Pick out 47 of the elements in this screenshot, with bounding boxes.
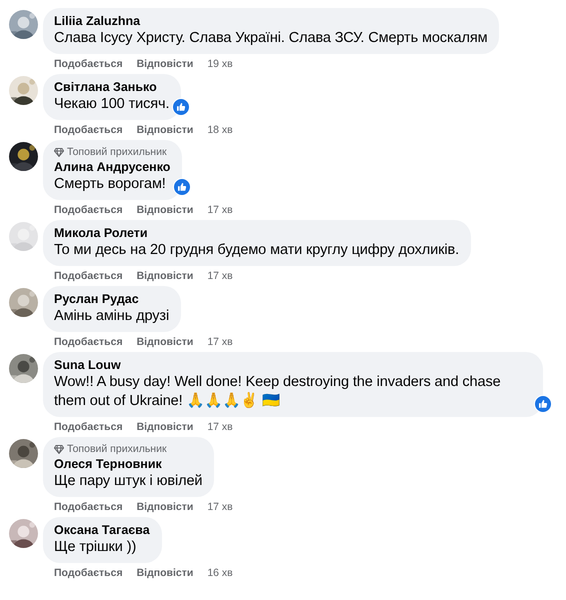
reply-link[interactable]: Відповісти	[136, 269, 194, 283]
like-link[interactable]: Подобається	[54, 203, 123, 217]
reply-link[interactable]: Відповісти	[136, 566, 194, 580]
comment-text: Амінь амінь друзі	[54, 307, 170, 326]
diamond-icon	[54, 148, 64, 156]
reply-link[interactable]: Відповісти	[136, 420, 194, 434]
timestamp[interactable]: 17 хв	[207, 269, 233, 283]
like-link[interactable]: Подобається	[54, 500, 123, 514]
author-name[interactable]: Suna Louw	[54, 357, 531, 373]
author-name[interactable]: Liliia Zaluzhna	[54, 13, 488, 29]
comment-text: Ще трішки ))	[54, 538, 138, 557]
timestamp[interactable]: 17 хв	[207, 500, 233, 514]
timestamp[interactable]: 16 хв	[207, 566, 233, 580]
timestamp[interactable]: 18 хв	[207, 123, 233, 137]
reply-link[interactable]: Відповісти	[136, 500, 194, 514]
like-link[interactable]: Подобається	[54, 269, 123, 283]
top-fan-label: Топовий прихильник	[67, 145, 167, 159]
top-fan-label: Топовий прихильник	[67, 442, 167, 456]
like-link[interactable]: Подобається	[54, 566, 123, 580]
like-icon[interactable]	[535, 396, 551, 412]
timestamp[interactable]: 17 хв	[207, 203, 233, 217]
author-name[interactable]: Руслан Рудас	[54, 291, 170, 307]
comment-text: То ми десь на 20 грудня будемо мати круглу цифру дохликів.	[54, 241, 460, 260]
reply-link[interactable]: Відповісти	[136, 335, 194, 349]
timestamp[interactable]: 19 хв	[207, 57, 233, 71]
comment-text: Ще пару штук і ювілей	[54, 472, 202, 491]
reply-link[interactable]: Відповісти	[136, 203, 194, 217]
timestamp[interactable]: 17 хв	[207, 335, 233, 349]
author-name[interactable]: Микола Ролети	[54, 225, 460, 241]
like-icon[interactable]	[174, 179, 190, 195]
comment-text: Чекаю 100 тисяч.	[54, 95, 170, 114]
reply-link[interactable]: Відповісти	[136, 123, 194, 137]
author-name[interactable]: Світлана Занько	[54, 79, 170, 95]
timestamp[interactable]: 17 хв	[207, 420, 233, 434]
comment-text: Wow!! A busy day! Well done! Keep destroying the invaders and chase them out of Ukraine! 🙏🙏🙏✌ 🇺🇦	[54, 373, 502, 411]
comment-text: Слава Ісусу Христу. Слава Україні. Слава ЗСУ. Смерть москалям	[54, 29, 488, 48]
like-link[interactable]: Подобається	[54, 420, 123, 434]
author-name[interactable]: Олеся Терновник	[54, 456, 202, 472]
author-name[interactable]: Алина Андрусенко	[54, 159, 170, 175]
like-icon[interactable]	[173, 99, 190, 115]
diamond-icon	[54, 444, 64, 454]
reply-link[interactable]: Відповісти	[136, 57, 194, 71]
like-link[interactable]: Подобається	[54, 335, 123, 349]
author-name[interactable]: Оксана Тагаєва	[54, 522, 150, 538]
like-link[interactable]: Подобається	[54, 57, 123, 71]
like-link[interactable]: Подобається	[54, 123, 123, 137]
comment-text: Смерть ворогам!	[54, 175, 167, 194]
